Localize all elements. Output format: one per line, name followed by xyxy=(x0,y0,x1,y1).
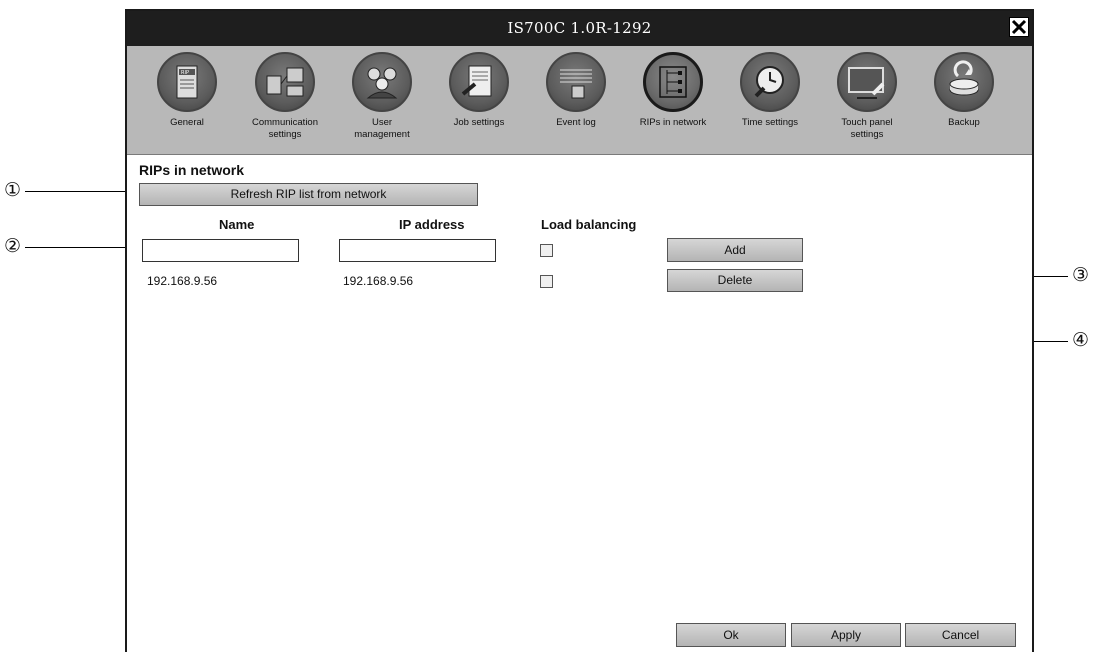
tab-time-settings[interactable]: Time settings xyxy=(724,52,816,152)
monitor-wrench-icon xyxy=(837,52,897,112)
rip-row-load-balancing-checkbox[interactable] xyxy=(540,275,553,288)
load-balancing-column-header: Load balancing xyxy=(541,217,637,232)
tab-communication-settings-label: Communication settings xyxy=(252,117,318,140)
tab-event-log[interactable]: Event log xyxy=(530,52,622,152)
svg-text:RIP: RIP xyxy=(181,70,189,76)
tab-user-management-label: User management xyxy=(354,117,410,140)
ok-button[interactable]: Ok xyxy=(676,623,786,647)
tab-event-log-label: Event log xyxy=(556,117,596,128)
cancel-button[interactable]: Cancel xyxy=(905,623,1016,647)
new-name-input[interactable] xyxy=(142,239,299,262)
close-icon xyxy=(1011,19,1027,35)
clock-icon xyxy=(740,52,800,112)
network-computers-icon xyxy=(255,52,315,112)
rip-server-icon: RIP xyxy=(157,52,217,112)
tab-job-settings[interactable]: Job settings xyxy=(433,52,525,152)
refresh-rip-list-button[interactable]: Refresh RIP list from network xyxy=(139,183,478,206)
apply-button[interactable]: Apply xyxy=(791,623,901,647)
network-tree-icon xyxy=(643,52,703,112)
tab-general[interactable]: RIP General xyxy=(141,52,233,152)
section-title: RIPs in network xyxy=(139,162,245,178)
settings-toolbar: RIP General Communication settings User … xyxy=(127,46,1032,155)
delete-button[interactable]: Delete xyxy=(667,269,803,292)
tab-touch-panel-settings[interactable]: Touch panel settings xyxy=(821,52,913,152)
tab-rips-in-network-label: RIPs in network xyxy=(639,117,707,128)
rip-row-name: 192.168.9.56 xyxy=(147,274,218,288)
backup-disk-icon xyxy=(934,52,994,112)
tab-communication-settings[interactable]: Communication settings xyxy=(239,52,331,152)
document-wrench-icon xyxy=(449,52,509,112)
tab-general-label: General xyxy=(170,117,204,128)
new-load-balancing-checkbox[interactable] xyxy=(540,244,553,257)
tab-user-management[interactable]: User management xyxy=(336,52,428,152)
settings-window: IS700C 1.0R-1292 RIP General Communicati… xyxy=(125,9,1034,652)
title-bar: IS700C 1.0R-1292 xyxy=(127,11,1032,46)
tab-rips-in-network[interactable]: RIPs in network xyxy=(627,52,719,152)
tab-backup-label: Backup xyxy=(948,117,980,128)
name-column-header: Name xyxy=(219,217,255,232)
tab-time-settings-label: Time settings xyxy=(741,117,799,128)
new-ip-input[interactable] xyxy=(339,239,496,262)
log-list-icon xyxy=(546,52,606,112)
add-button[interactable]: Add xyxy=(667,238,803,262)
rip-row-ip: 192.168.9.56 xyxy=(343,274,414,288)
ip-column-header: IP address xyxy=(399,217,465,232)
tab-touch-panel-settings-label: Touch panel settings xyxy=(841,117,893,140)
close-button[interactable] xyxy=(1009,17,1029,37)
tab-job-settings-label: Job settings xyxy=(453,117,505,128)
users-group-icon xyxy=(352,52,412,112)
tab-backup[interactable]: Backup xyxy=(918,52,1010,152)
window-title: IS700C 1.0R-1292 xyxy=(507,19,652,37)
